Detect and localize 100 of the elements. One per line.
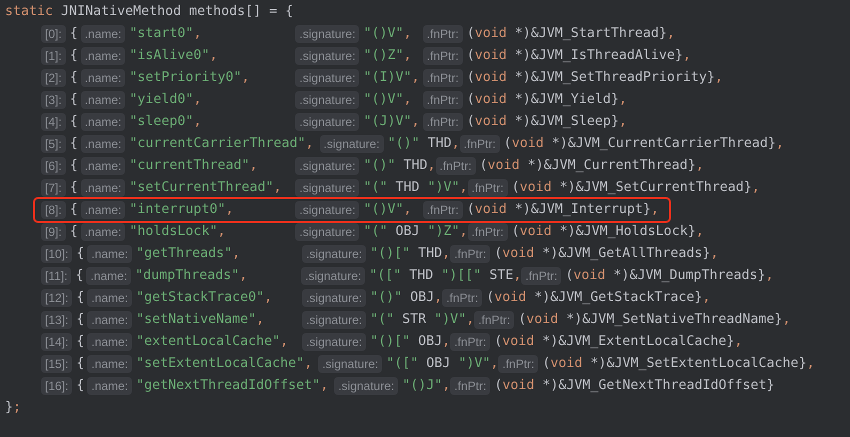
signature-value: "()" THD, (388, 135, 460, 153)
name-hint: .name: (87, 289, 132, 307)
index-hint: [6]: (41, 157, 66, 175)
brace: { (70, 113, 78, 131)
signature-hint: .signature: (334, 377, 398, 395)
fnptr-hint: .fnPtr: (468, 179, 508, 197)
signature-value: "()J", (402, 377, 450, 395)
signature-value: "(" OBJ ")Z", (363, 223, 468, 241)
brace: { (70, 157, 78, 175)
function-pointer: (void *)&JVM_SetCurrentThread}, (512, 179, 760, 197)
index-hint: [0]: (41, 25, 66, 43)
signature-value: "()V", (363, 91, 412, 109)
fnptr-hint: .fnPtr: (422, 25, 463, 43)
name-hint: .name: (87, 333, 132, 351)
name-hint: .name: (80, 157, 126, 175)
name-hint: .name: (87, 245, 132, 263)
signature-value: "()[" THD, (370, 245, 450, 263)
signature-value: "(J)V", (363, 113, 420, 131)
signature-hint: .signature: (295, 47, 360, 65)
name-value: "holdsLock", (129, 223, 226, 241)
signature-hint: .signature: (302, 333, 366, 351)
index-hint: [2]: (41, 69, 66, 87)
name-hint: .name: (80, 47, 126, 65)
brace: { (70, 179, 78, 197)
index-hint: [13]: (41, 311, 72, 329)
signature-value: "()" THD, (363, 157, 436, 175)
function-pointer: (void *)&JVM_SetExtentLocalCache}, (542, 355, 815, 373)
name-value: "currentThread", (129, 157, 258, 175)
signature-value: "()V", (363, 25, 412, 43)
signature-value: "(" THD ")V", (363, 179, 468, 197)
signature-value: "([" OBJ ")V", (386, 355, 498, 373)
brace: { (70, 201, 78, 219)
name-value: "setPriority0", (129, 69, 250, 87)
signature-hint: .signature: (301, 267, 366, 285)
name-hint: .name: (87, 377, 132, 395)
signature-hint: .signature: (302, 311, 366, 329)
brace: { (70, 25, 78, 43)
signature-hint: .signature: (302, 289, 366, 307)
name-value: "currentCarrierThread", (129, 135, 314, 153)
index-hint: [7]: (41, 179, 66, 197)
signature-value: "()Z", (363, 47, 412, 65)
function-pointer: (void *)&JVM_GetAllThreads}, (494, 245, 718, 263)
signature-value: "()[" OBJ, (370, 333, 450, 351)
name-hint: .name: (86, 267, 132, 285)
index-hint: [10]: (41, 245, 72, 263)
name-value: "extentLocalCache", (136, 333, 290, 351)
fnptr-hint: .fnPtr: (422, 47, 463, 65)
function-pointer: (void *)&JVM_ExtentLocalCache}, (494, 333, 742, 351)
function-pointer: (void *)&JVM_CurrentCarrierThread}, (504, 135, 784, 153)
signature-value: "(" STR ")V", (370, 311, 474, 329)
name-value: "getNextThreadIdOffset", (136, 377, 328, 395)
index-hint: [1]: (41, 47, 66, 65)
brace: { (76, 333, 84, 351)
name-hint: .name: (80, 69, 126, 87)
name-hint: .name: (80, 201, 126, 219)
fnptr-hint: .fnPtr: (474, 311, 514, 329)
fnptr-hint: .fnPtr: (450, 245, 490, 263)
function-pointer: (void *)&JVM_GetStackTrace}, (486, 289, 710, 307)
function-pointer: (void *)&JVM_Yield}, (466, 91, 627, 109)
name-hint: .name: (80, 179, 126, 197)
signature-value: "(I)V", (363, 69, 420, 87)
brace: { (75, 267, 84, 285)
index-hint: [14]: (41, 333, 72, 351)
fnptr-hint: .fnPtr: (450, 377, 490, 395)
signature-hint: .signature: (295, 69, 360, 87)
fnptr-hint: .fnPtr: (468, 223, 508, 241)
brace: { (76, 289, 84, 307)
name-hint: .name: (80, 91, 126, 109)
signature-hint: .signature: (295, 201, 360, 219)
signature-value: "()V", (363, 201, 412, 219)
name-value: "getThreads", (136, 245, 242, 263)
name-hint: .name: (80, 25, 126, 43)
name-value: "interrupt0", (129, 201, 234, 219)
index-hint: [16]: (41, 377, 72, 395)
fnptr-hint: .fnPtr: (521, 267, 562, 285)
index-hint: [15]: (41, 355, 72, 373)
index-hint: [5]: (41, 135, 66, 153)
signature-hint: .signature: (295, 179, 360, 197)
index-hint: [9]: (41, 223, 66, 241)
fnptr-hint: .fnPtr: (460, 135, 500, 153)
function-pointer: (void *)&JVM_StartThread}, (466, 25, 675, 43)
brace: { (76, 245, 84, 263)
name-value: "setExtentLocalCache", (136, 355, 312, 373)
index-hint: [12]: (41, 289, 72, 307)
signature-hint: .signature: (302, 245, 366, 263)
brace: { (70, 91, 78, 109)
brace: { (76, 377, 84, 395)
code-line: }; (5, 399, 22, 417)
signature-hint: .signature: (295, 223, 360, 241)
code-line: static JNINativeMethod methods[] = { (5, 3, 294, 21)
name-value: "getStackTrace0", (136, 289, 274, 307)
name-value: "isAlive0", (129, 47, 218, 65)
fnptr-hint: .fnPtr: (422, 69, 463, 87)
fnptr-hint: .fnPtr: (450, 333, 490, 351)
fnptr-hint: .fnPtr: (436, 157, 476, 175)
function-pointer: (void *)&JVM_GetNextThreadIdOffset} (494, 377, 775, 395)
name-hint: .name: (87, 355, 132, 373)
brace: { (70, 47, 78, 65)
name-value: "setNativeName", (136, 311, 266, 329)
function-pointer: (void *)&JVM_IsThreadAlive}, (466, 47, 691, 65)
